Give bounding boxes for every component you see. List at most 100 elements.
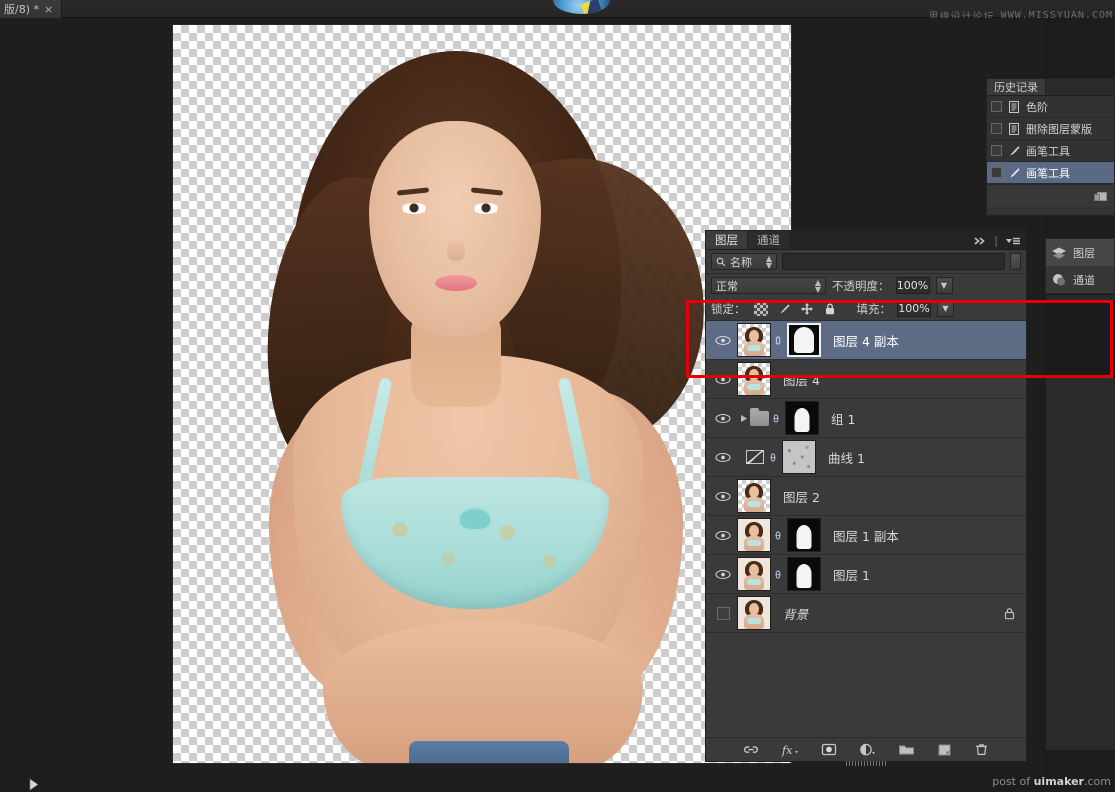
history-item[interactable]: 画笔工具 (987, 140, 1114, 162)
layer-name[interactable]: 背景 (783, 604, 808, 623)
layer-visibility-toggle[interactable] (709, 569, 737, 580)
opacity-label: 不透明度： (832, 278, 890, 293)
curves-adjustment-icon[interactable] (744, 448, 766, 466)
layer-row[interactable]: 图层 4 (706, 360, 1026, 399)
lock-row: 锁定： 填充： 100% ▼ (706, 297, 1026, 321)
filter-type-select[interactable]: 名称 ▲ ▼ (711, 253, 777, 270)
delete-layer-icon[interactable] (974, 742, 989, 757)
panel-controls: | (973, 231, 1021, 250)
layer-mask-thumbnail[interactable] (787, 557, 821, 591)
eye-icon-off (716, 606, 730, 620)
fill-dropdown-button[interactable]: ▼ (937, 300, 954, 317)
layer-name[interactable]: 图层 2 (783, 487, 820, 506)
eye-icon (715, 374, 731, 384)
layer-thumbnail[interactable] (737, 518, 771, 552)
layers-panel-footer: fx (706, 737, 1026, 766)
adjustment-layer-icon[interactable] (859, 743, 876, 757)
history-snapshot-checkbox[interactable] (991, 167, 1002, 178)
history-snapshot-checkbox[interactable] (991, 145, 1002, 156)
chevron-updown-icon: ▲ ▼ (765, 253, 772, 270)
dock-item-channels[interactable]: 通道 (1046, 266, 1114, 293)
lock-all-icon[interactable] (823, 302, 837, 316)
new-group-icon[interactable] (898, 743, 915, 756)
link-mask-icon[interactable] (771, 334, 785, 347)
document-icon (1009, 100, 1019, 113)
history-list[interactable]: 色阶 删除图层蒙版 画笔工具 画笔工具 (987, 96, 1114, 184)
dock-item-layers[interactable]: 图层 (1046, 239, 1114, 266)
history-snapshot-checkbox[interactable] (991, 101, 1002, 112)
layer-visibility-toggle[interactable] (709, 374, 737, 385)
layer-visibility-toggle[interactable] (709, 606, 737, 620)
close-icon[interactable]: × (44, 4, 53, 15)
layer-name[interactable]: 组 1 (831, 409, 855, 428)
history-item-selected[interactable]: 画笔工具 (987, 162, 1114, 184)
new-layer-icon[interactable] (937, 743, 952, 757)
layer-name[interactable]: 图层 1 (833, 565, 870, 584)
link-layers-icon[interactable] (743, 743, 759, 756)
layer-name[interactable]: 图层 4 (783, 370, 820, 389)
layer-row-background[interactable]: 背景 (706, 594, 1026, 633)
layer-thumbnail[interactable] (737, 362, 771, 396)
brush-icon (1010, 145, 1020, 156)
opacity-value[interactable]: 100% (895, 277, 930, 294)
add-mask-icon[interactable] (821, 743, 837, 756)
fill-value[interactable]: 100% (897, 300, 931, 317)
history-item[interactable]: 色阶 (987, 96, 1114, 118)
layer-row-adjustment[interactable]: 曲线 1 (706, 438, 1026, 477)
layer-thumbnail[interactable] (737, 596, 771, 630)
layer-name[interactable]: 图层 1 副本 (833, 526, 899, 545)
layer-name[interactable]: 图层 4 副本 (833, 331, 899, 350)
layer-row[interactable]: 图层 1 (706, 555, 1026, 594)
layer-row[interactable]: 图层 2 (706, 477, 1026, 516)
document-tab[interactable]: 版/8) * × (0, 0, 63, 18)
layer-name[interactable]: 曲线 1 (828, 448, 865, 467)
layer-visibility-toggle[interactable] (709, 413, 737, 424)
link-mask-icon[interactable] (771, 568, 785, 581)
layer-row-group[interactable]: 组 1 (706, 399, 1026, 438)
eye-icon (715, 569, 731, 579)
opacity-dropdown-button[interactable]: ▼ (935, 277, 953, 294)
panel-menu-icon[interactable] (1005, 236, 1021, 246)
panel-resize-grip[interactable] (846, 761, 886, 766)
tab-channels[interactable]: 通道 (748, 231, 790, 249)
layer-thumbnail[interactable] (737, 557, 771, 591)
history-scrollbar[interactable] (988, 215, 1115, 221)
layer-thumbnail[interactable] (737, 323, 771, 357)
group-mask-thumbnail[interactable] (785, 401, 819, 435)
blend-mode-select[interactable]: 正常 ▲ ▼ (711, 277, 826, 294)
tab-history[interactable]: 历史记录 (987, 79, 1046, 95)
layer-visibility-toggle[interactable] (709, 452, 737, 463)
layer-visibility-toggle[interactable] (709, 530, 737, 541)
layer-style-fx-icon[interactable]: fx (781, 743, 799, 757)
channels-icon (1053, 273, 1065, 285)
layer-visibility-toggle[interactable] (709, 491, 737, 502)
new-snapshot-icon[interactable] (1093, 189, 1108, 203)
layer-row[interactable]: 图层 4 副本 (706, 321, 1026, 360)
layer-mask-thumbnail[interactable] (787, 323, 821, 357)
document-tab-label: 版/8) * (4, 3, 39, 16)
group-expand-icon[interactable] (737, 414, 750, 423)
layer-thumbnail[interactable] (737, 479, 771, 513)
layer-list[interactable]: 图层 4 副本 图层 4 组 1 曲线 1 图层 2 图层 1 副本 图层 1 … (706, 321, 1026, 737)
layer-visibility-toggle[interactable] (709, 335, 737, 346)
play-icon[interactable] (22, 776, 44, 792)
history-snapshot-checkbox[interactable] (991, 123, 1002, 134)
filter-search-input[interactable] (782, 253, 1005, 270)
eye-left (401, 203, 427, 214)
lock-position-icon[interactable] (800, 302, 814, 316)
eye-icon (715, 530, 731, 540)
link-mask-icon[interactable] (766, 451, 780, 464)
document-canvas[interactable] (172, 24, 792, 764)
history-item[interactable]: 删除图层蒙版 (987, 118, 1114, 140)
adjustment-mask-thumbnail[interactable] (782, 440, 816, 474)
link-mask-icon[interactable] (771, 529, 785, 542)
double-chevron-right-icon[interactable] (973, 236, 987, 246)
layer-mask-thumbnail[interactable] (787, 518, 821, 552)
lock-transparency-icon[interactable] (753, 301, 768, 316)
filter-toggle-icon[interactable] (1010, 253, 1021, 270)
lock-image-icon[interactable] (777, 302, 791, 316)
layers-tab-strip: 图层 通道 | (706, 231, 1026, 250)
layer-row[interactable]: 图层 1 副本 (706, 516, 1026, 555)
link-mask-icon[interactable] (769, 412, 783, 425)
tab-layers[interactable]: 图层 (706, 231, 748, 249)
